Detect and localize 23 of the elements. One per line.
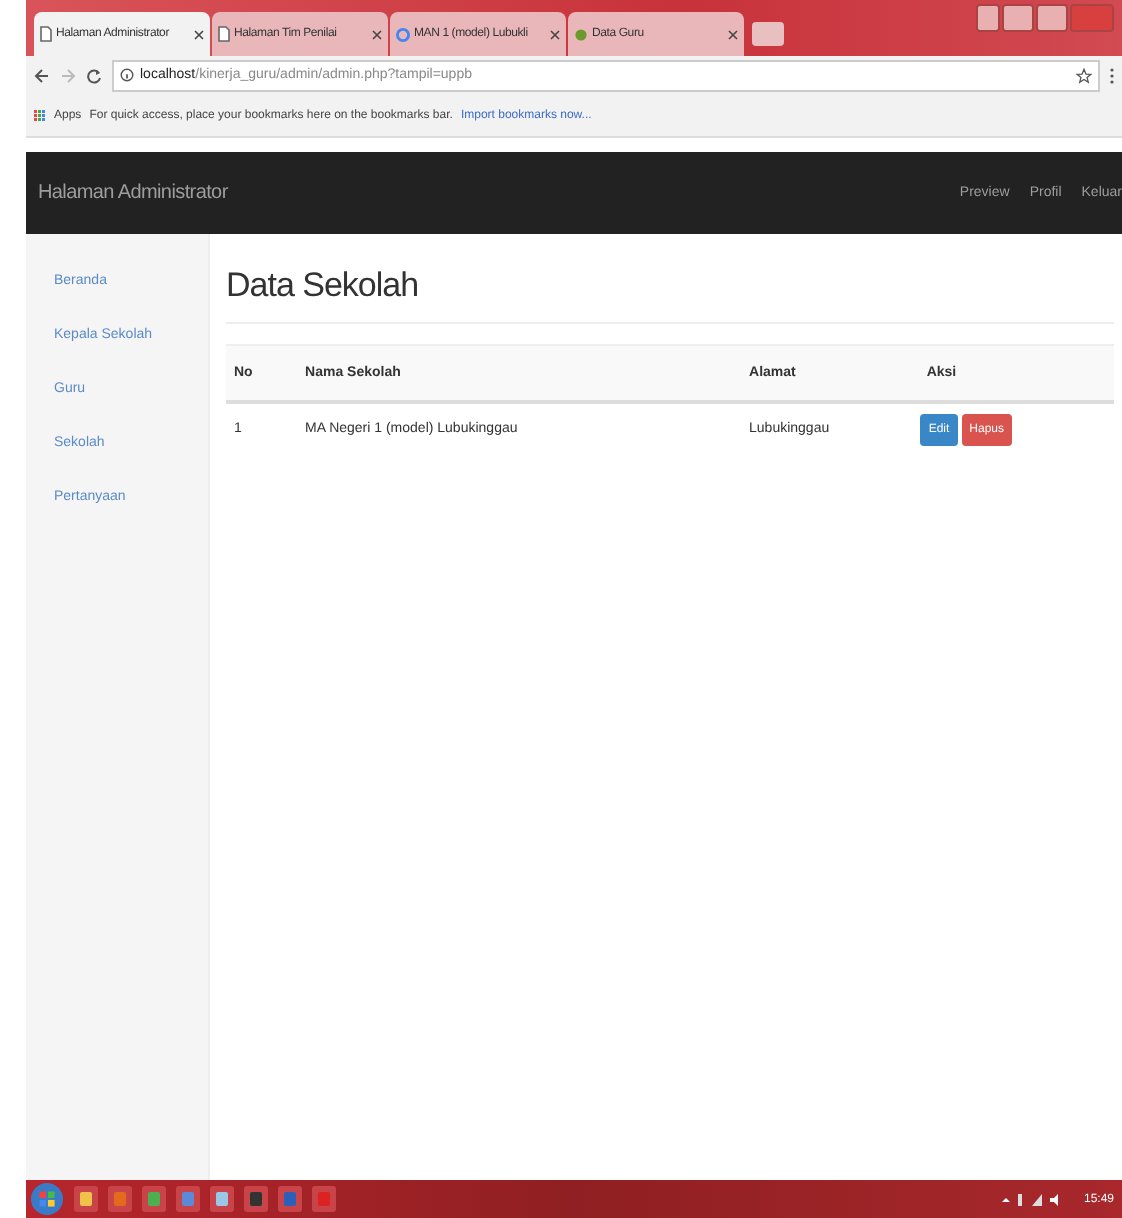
info-icon [120, 68, 134, 82]
page-icon [40, 26, 52, 42]
forward-icon[interactable] [60, 67, 76, 83]
close-icon[interactable] [550, 29, 560, 39]
minimize-button[interactable] [1002, 4, 1034, 32]
navbar-brand[interactable]: Halaman Administrator [38, 182, 960, 204]
star-icon[interactable] [1076, 67, 1092, 83]
taskbar-app-icon[interactable] [244, 1186, 268, 1212]
start-button[interactable] [30, 1182, 64, 1216]
back-icon[interactable] [34, 67, 50, 83]
close-icon[interactable] [194, 29, 204, 39]
taskbar-app-icon[interactable] [142, 1186, 166, 1212]
apps-grid-icon[interactable] [34, 109, 46, 121]
taskbar-app-icon[interactable] [74, 1186, 98, 1212]
maximize-button[interactable] [1036, 4, 1068, 32]
taskbar-app-icon[interactable] [210, 1186, 234, 1212]
close-icon[interactable] [372, 29, 382, 39]
page-icon [218, 26, 230, 42]
tray-icons[interactable] [1001, 1191, 1062, 1207]
page-title: Data Sekolah [226, 266, 1114, 324]
close-icon[interactable] [728, 29, 738, 39]
reload-icon[interactable] [86, 67, 102, 83]
user-button[interactable] [976, 4, 1000, 32]
